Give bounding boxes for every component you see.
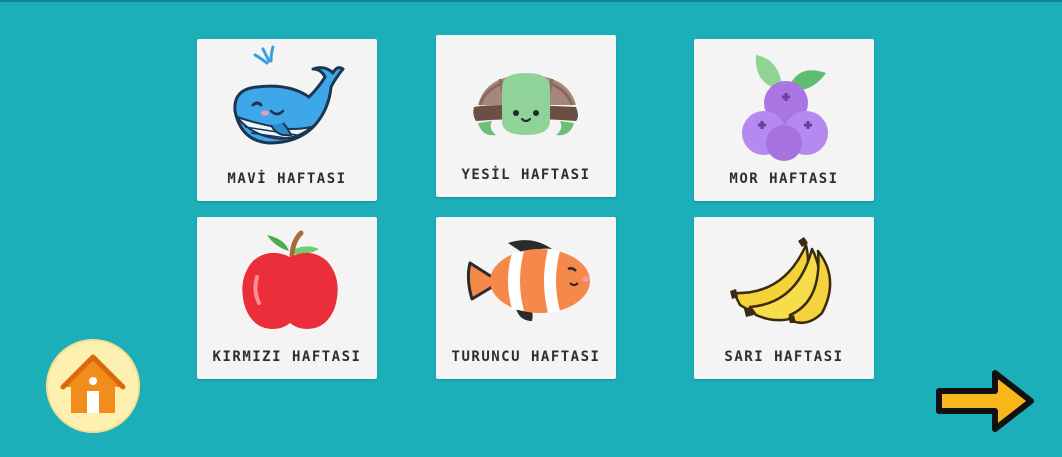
week-card-yellow[interactable]: SARI HAFTASI [694, 217, 874, 379]
week-card-blue[interactable]: MAVİ HAFTASI [197, 39, 377, 201]
week-label: MAVİ HAFTASI [227, 171, 347, 187]
week-card-purple[interactable]: MOR HAFTASI [694, 39, 874, 201]
whale-icon [233, 45, 345, 145]
week-label: MOR HAFTASI [729, 171, 839, 187]
week-card-red[interactable]: KIRMIZI HAFTASI [197, 217, 377, 379]
home-button[interactable] [43, 339, 143, 434]
clownfish-icon [466, 240, 590, 321]
banana-icon [730, 237, 832, 324]
apple-icon [242, 230, 338, 329]
turtle-icon [473, 73, 578, 136]
week-label: TURUNCU HAFTASI [451, 349, 601, 365]
week-label: KIRMIZI HAFTASI [212, 349, 362, 365]
week-label: SARI HAFTASI [724, 349, 844, 365]
week-card-green[interactable]: YESİL HAFTASI [436, 35, 616, 197]
next-button[interactable] [933, 365, 1038, 437]
week-label: YESİL HAFTASI [461, 167, 591, 183]
blueberry-icon [742, 55, 828, 161]
week-card-orange[interactable]: TURUNCU HAFTASI [436, 217, 616, 379]
top-border [0, 0, 1062, 2]
arrow-right-icon [936, 370, 1034, 432]
